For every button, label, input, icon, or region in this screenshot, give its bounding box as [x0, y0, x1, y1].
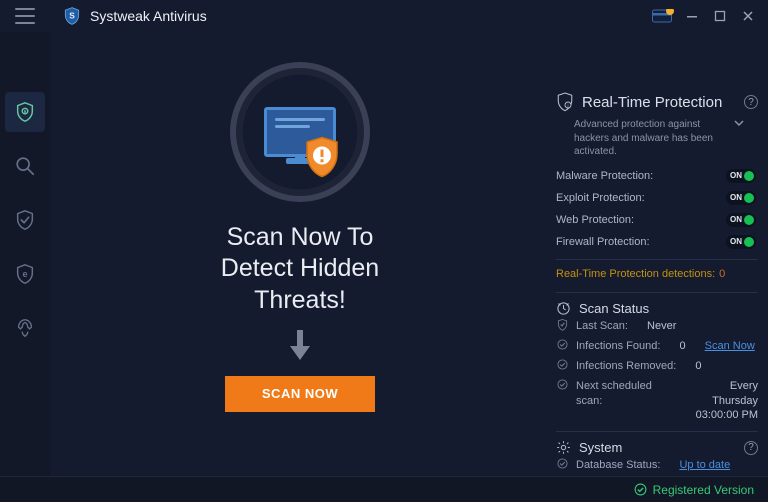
- main-area: Scan Now To Detect Hidden Threats! SCAN …: [50, 32, 768, 476]
- sidebar: e: [0, 32, 50, 476]
- protection-row-web: Web Protection: ON: [556, 209, 758, 231]
- realtime-help-button[interactable]: ?: [744, 95, 758, 109]
- check-circle-icon: [556, 359, 568, 370]
- next-scheduled-row: Next scheduled scan: Every Thursday 03:0…: [556, 376, 758, 425]
- warning-shield-icon: [304, 136, 340, 178]
- malware-toggle[interactable]: ON: [726, 169, 756, 183]
- hero-headline: Scan Now To Detect Hidden Threats!: [221, 222, 379, 316]
- scan-status-title: Scan Status: [579, 301, 649, 316]
- divider: [556, 431, 758, 432]
- sidebar-item-browser[interactable]: e: [5, 254, 45, 294]
- credit-card-icon[interactable]: [650, 6, 676, 26]
- next-scan-time: 03:00:00 PM: [696, 409, 758, 421]
- minimize-button[interactable]: [680, 4, 704, 28]
- divider: [556, 292, 758, 293]
- check-circle-icon: [556, 379, 568, 390]
- next-scan-value: Every Thursday: [712, 380, 758, 406]
- footer: Registered Version: [0, 476, 768, 502]
- hero: Scan Now To Detect Hidden Threats! SCAN …: [50, 32, 550, 476]
- protection-row-firewall: Firewall Protection: ON: [556, 231, 758, 253]
- last-scan-value: Never: [647, 319, 676, 333]
- infections-removed-row: Infections Removed: 0: [556, 356, 758, 376]
- body: e: [0, 32, 768, 476]
- last-scan-row: Last Scan: Never: [556, 316, 758, 336]
- app-logo-icon: S: [62, 6, 82, 26]
- maximize-button[interactable]: [708, 4, 732, 28]
- exploit-toggle[interactable]: ON: [726, 191, 756, 205]
- realtime-title: Real-Time Protection: [582, 94, 736, 111]
- infections-found-row: Infections Found: 0 Scan Now: [556, 336, 758, 356]
- system-title: System: [579, 440, 622, 455]
- realtime-section-head: i Real-Time Protection ?: [556, 92, 758, 112]
- protection-label: Malware Protection:: [556, 170, 726, 182]
- close-button[interactable]: [736, 4, 760, 28]
- database-status-row: Database Status: Up to date: [556, 455, 758, 475]
- protection-row-exploit: Exploit Protection: ON: [556, 187, 758, 209]
- gear-icon: [556, 440, 571, 455]
- chevron-down-icon: [734, 118, 744, 128]
- infections-removed-value: 0: [695, 359, 701, 373]
- shield-info-icon: i: [556, 92, 574, 112]
- titlebar: S Systweak Antivirus: [0, 0, 768, 32]
- check-circle-icon: [556, 458, 568, 469]
- registered-check-icon: [634, 483, 647, 496]
- app-title: Systweak Antivirus: [90, 8, 207, 24]
- realtime-detections: Real-Time Protection detections:0: [556, 266, 758, 286]
- svg-text:i: i: [568, 103, 569, 108]
- protection-row-malware: Malware Protection: ON: [556, 165, 758, 187]
- infections-found-value: 0: [679, 339, 685, 353]
- divider: [556, 259, 758, 260]
- svg-text:S: S: [69, 11, 75, 21]
- check-shield-icon: [556, 319, 568, 331]
- right-panel: i Real-Time Protection ? Advanced protec…: [550, 32, 768, 476]
- firewall-toggle[interactable]: ON: [726, 235, 756, 249]
- scan-now-link[interactable]: Scan Now: [705, 339, 755, 353]
- check-circle-icon: [556, 339, 568, 350]
- sidebar-item-home[interactable]: [5, 92, 45, 132]
- protection-label: Firewall Protection:: [556, 236, 726, 248]
- system-help-button[interactable]: ?: [744, 441, 758, 455]
- status-ring: [230, 62, 370, 202]
- realtime-description-row[interactable]: Advanced protection against hackers and …: [556, 112, 758, 165]
- protection-label: Exploit Protection:: [556, 192, 726, 204]
- sidebar-item-quarantine[interactable]: [5, 200, 45, 240]
- scan-status-head: Scan Status: [556, 299, 758, 316]
- arrow-down-icon: [286, 328, 314, 362]
- scan-now-button[interactable]: SCAN NOW: [225, 376, 375, 412]
- sidebar-item-scan[interactable]: [5, 146, 45, 186]
- menu-hamburger-icon[interactable]: [10, 1, 40, 31]
- system-head: System ?: [556, 438, 758, 455]
- realtime-description: Advanced protection against hackers and …: [574, 118, 728, 159]
- scan-status-icon: [556, 301, 571, 316]
- detections-count: 0: [719, 268, 725, 280]
- protection-label: Web Protection:: [556, 214, 726, 226]
- sidebar-item-optimizer[interactable]: [5, 308, 45, 348]
- database-status-link[interactable]: Up to date: [679, 458, 730, 472]
- app-window: S Systweak Antivirus: [0, 0, 768, 502]
- registered-label: Registered Version: [653, 483, 754, 497]
- svg-text:e: e: [22, 269, 27, 279]
- web-toggle[interactable]: ON: [726, 213, 756, 227]
